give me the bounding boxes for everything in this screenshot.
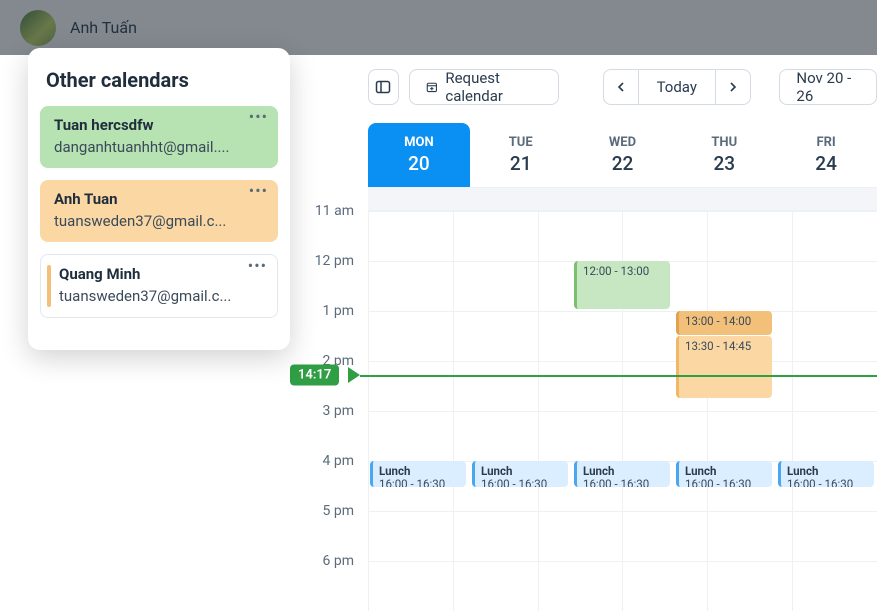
panel-title: Other calendars <box>40 64 278 106</box>
day-header-wed[interactable]: WED 22 <box>572 123 674 187</box>
calendar-plus-icon <box>426 80 438 94</box>
event-lunch-thu[interactable]: Lunch 16:00 - 16:30 <box>676 461 772 487</box>
calendar-card-quang-minh[interactable]: ••• Quang Minh tuansweden37@gmail.c... <box>40 254 278 318</box>
card-color-bar <box>47 265 51 307</box>
calendar-main: Request calendar Today Nov 20 - 26 MON 2… <box>290 55 877 602</box>
day-of-week: MON <box>368 135 470 150</box>
event-time: 16:00 - 16:30 <box>481 478 562 487</box>
card-menu-icon[interactable]: ••• <box>249 112 268 122</box>
calendar-toolbar: Request calendar Today Nov 20 - 26 <box>290 69 877 123</box>
calendar-name: Tuan hercsdfw <box>54 116 264 134</box>
date-nav-group: Today <box>603 69 751 105</box>
toggle-sidebar-button[interactable] <box>368 69 399 105</box>
days-header: MON 20 TUE 21 WED 22 THU 23 FRI 24 <box>368 123 877 187</box>
event-time: 13:30 - 14:45 <box>685 340 766 353</box>
date-range-button[interactable]: Nov 20 - 26 <box>779 69 877 105</box>
day-header-mon[interactable]: MON 20 <box>368 123 470 187</box>
calendar-card-anh-tuan[interactable]: ••• Anh Tuan tuansweden37@gmail.c... <box>40 180 278 242</box>
calendar-grid: 11 am 12 pm 1 pm 2 pm 3 pm 4 pm 5 pm 6 p… <box>290 187 877 611</box>
day-of-week: TUE <box>470 135 572 150</box>
calendar-email: danganhtuanhht@gmail.... <box>54 138 264 156</box>
day-header-tue[interactable]: TUE 21 <box>470 123 572 187</box>
event-thu-body[interactable]: 13:30 - 14:45 <box>676 336 772 398</box>
calendar-email: tuansweden37@gmail.c... <box>59 287 263 305</box>
chevron-right-icon <box>727 81 739 93</box>
event-time: 12:00 - 13:00 <box>583 265 664 278</box>
event-wed-green[interactable]: 12:00 - 13:00 <box>574 261 670 309</box>
event-lunch-wed[interactable]: Lunch 16:00 - 16:30 <box>574 461 670 487</box>
allday-row[interactable] <box>368 187 877 211</box>
day-number: 21 <box>470 152 572 175</box>
day-header-fri[interactable]: FRI 24 <box>775 123 877 187</box>
event-thu-header[interactable]: 13:00 - 14:00 <box>676 311 772 335</box>
other-calendars-panel: Other calendars ••• Tuan hercsdfw dangan… <box>28 48 290 350</box>
event-lunch-fri[interactable]: Lunch 16:00 - 16:30 <box>778 461 874 487</box>
event-lunch-tue[interactable]: Lunch 16:00 - 16:30 <box>472 461 568 487</box>
today-button[interactable]: Today <box>638 69 716 105</box>
event-lunch-mon[interactable]: Lunch 16:00 - 16:30 <box>370 461 466 487</box>
day-header-thu[interactable]: THU 23 <box>673 123 775 187</box>
prev-week-button[interactable] <box>603 69 639 105</box>
day-number: 24 <box>775 152 877 175</box>
day-number: 20 <box>368 152 470 175</box>
now-arrow-icon <box>348 367 360 383</box>
now-line <box>360 375 877 377</box>
calendar-email: tuansweden37@gmail.c... <box>54 212 264 230</box>
date-range-label: Nov 20 - 26 <box>796 69 860 105</box>
events-layer: 12:00 - 13:00 13:00 - 14:00 13:30 - 14:4… <box>368 211 877 611</box>
day-number: 23 <box>673 152 775 175</box>
day-of-week: WED <box>572 135 674 150</box>
day-number: 22 <box>572 152 674 175</box>
event-time: 13:00 - 14:00 <box>685 315 766 328</box>
card-menu-icon[interactable]: ••• <box>249 186 268 196</box>
event-time: 16:00 - 16:30 <box>685 478 766 487</box>
hour-label: 12 pm <box>290 253 368 269</box>
event-time: 16:00 - 16:30 <box>787 478 868 487</box>
backdrop-dim <box>0 0 877 55</box>
hour-label: 11 am <box>290 203 368 219</box>
calendar-name: Anh Tuan <box>54 190 264 208</box>
hour-label: 4 pm <box>290 453 368 469</box>
card-menu-icon[interactable]: ••• <box>248 261 267 271</box>
hour-label: 6 pm <box>290 553 368 569</box>
hour-label: 5 pm <box>290 503 368 519</box>
hour-label: 3 pm <box>290 403 368 419</box>
now-time-badge: 14:17 <box>290 365 339 386</box>
event-time: 16:00 - 16:30 <box>379 478 460 487</box>
panel-icon <box>375 79 391 95</box>
calendar-card-tuan-hercsdfw[interactable]: ••• Tuan hercsdfw danganhtuanhht@gmail..… <box>40 106 278 168</box>
chevron-left-icon <box>615 81 627 93</box>
calendar-name: Quang Minh <box>59 265 263 283</box>
request-calendar-button[interactable]: Request calendar <box>409 69 559 105</box>
next-week-button[interactable] <box>715 69 751 105</box>
today-label: Today <box>657 78 697 96</box>
event-time: 16:00 - 16:30 <box>583 478 664 487</box>
day-of-week: THU <box>673 135 775 150</box>
day-of-week: FRI <box>775 135 877 150</box>
hour-label: 1 pm <box>290 303 368 319</box>
request-calendar-label: Request calendar <box>445 69 542 105</box>
